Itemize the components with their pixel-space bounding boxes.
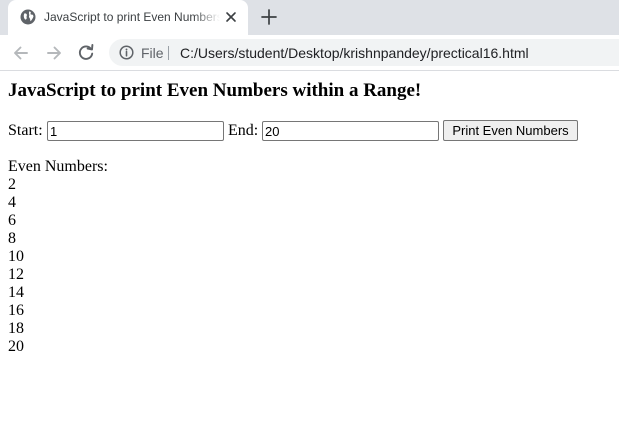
end-input[interactable] [262, 121, 439, 141]
list-item: 20 [8, 338, 24, 355]
info-icon[interactable] [119, 45, 134, 60]
forward-arrow-icon[interactable] [44, 43, 64, 63]
page-content: JavaScript to print Even Numbers within … [0, 71, 619, 429]
list-item: 4 [8, 194, 16, 211]
even-numbers-list: 2 4 6 8 10 12 14 16 18 20 [8, 176, 108, 356]
start-input[interactable] [47, 121, 224, 141]
list-item: 6 [8, 212, 16, 229]
back-arrow-icon[interactable] [11, 43, 31, 63]
tab-strip: JavaScript to print Even Numbers within … [0, 0, 619, 35]
url-text[interactable]: C:/Users/student/Desktop/krishnpandey/pr… [180, 45, 529, 61]
file-scheme-label: File [141, 45, 164, 61]
start-label: Start: [8, 122, 43, 139]
end-label: End: [228, 122, 259, 139]
list-item: 14 [8, 284, 24, 301]
list-item: 18 [8, 320, 24, 337]
result-output: Even Numbers: 2 4 6 8 10 12 14 16 18 20 [8, 158, 108, 356]
globe-icon [20, 9, 36, 25]
address-bar[interactable]: File C:/Users/student/Desktop/krishnpand… [109, 39, 619, 66]
active-tab[interactable]: JavaScript to print Even Numbers within … [8, 0, 248, 35]
result-heading: Even Numbers: [8, 158, 108, 175]
reload-icon[interactable] [76, 43, 96, 63]
new-tab-plus-icon[interactable] [260, 8, 278, 26]
page-title: JavaScript to print Even Numbers within … [8, 80, 422, 101]
list-item: 12 [8, 266, 24, 283]
list-item: 16 [8, 302, 24, 319]
list-item: 8 [8, 230, 16, 247]
browser-toolbar: File C:/Users/student/Desktop/krishnpand… [0, 35, 619, 71]
tab-title: JavaScript to print Even Numbers within … [44, 10, 220, 24]
list-item: 2 [8, 176, 16, 193]
list-item: 10 [8, 248, 24, 265]
address-separator [168, 46, 169, 60]
print-even-numbers-button[interactable]: Print Even Numbers [443, 120, 578, 141]
close-icon[interactable] [224, 10, 238, 24]
